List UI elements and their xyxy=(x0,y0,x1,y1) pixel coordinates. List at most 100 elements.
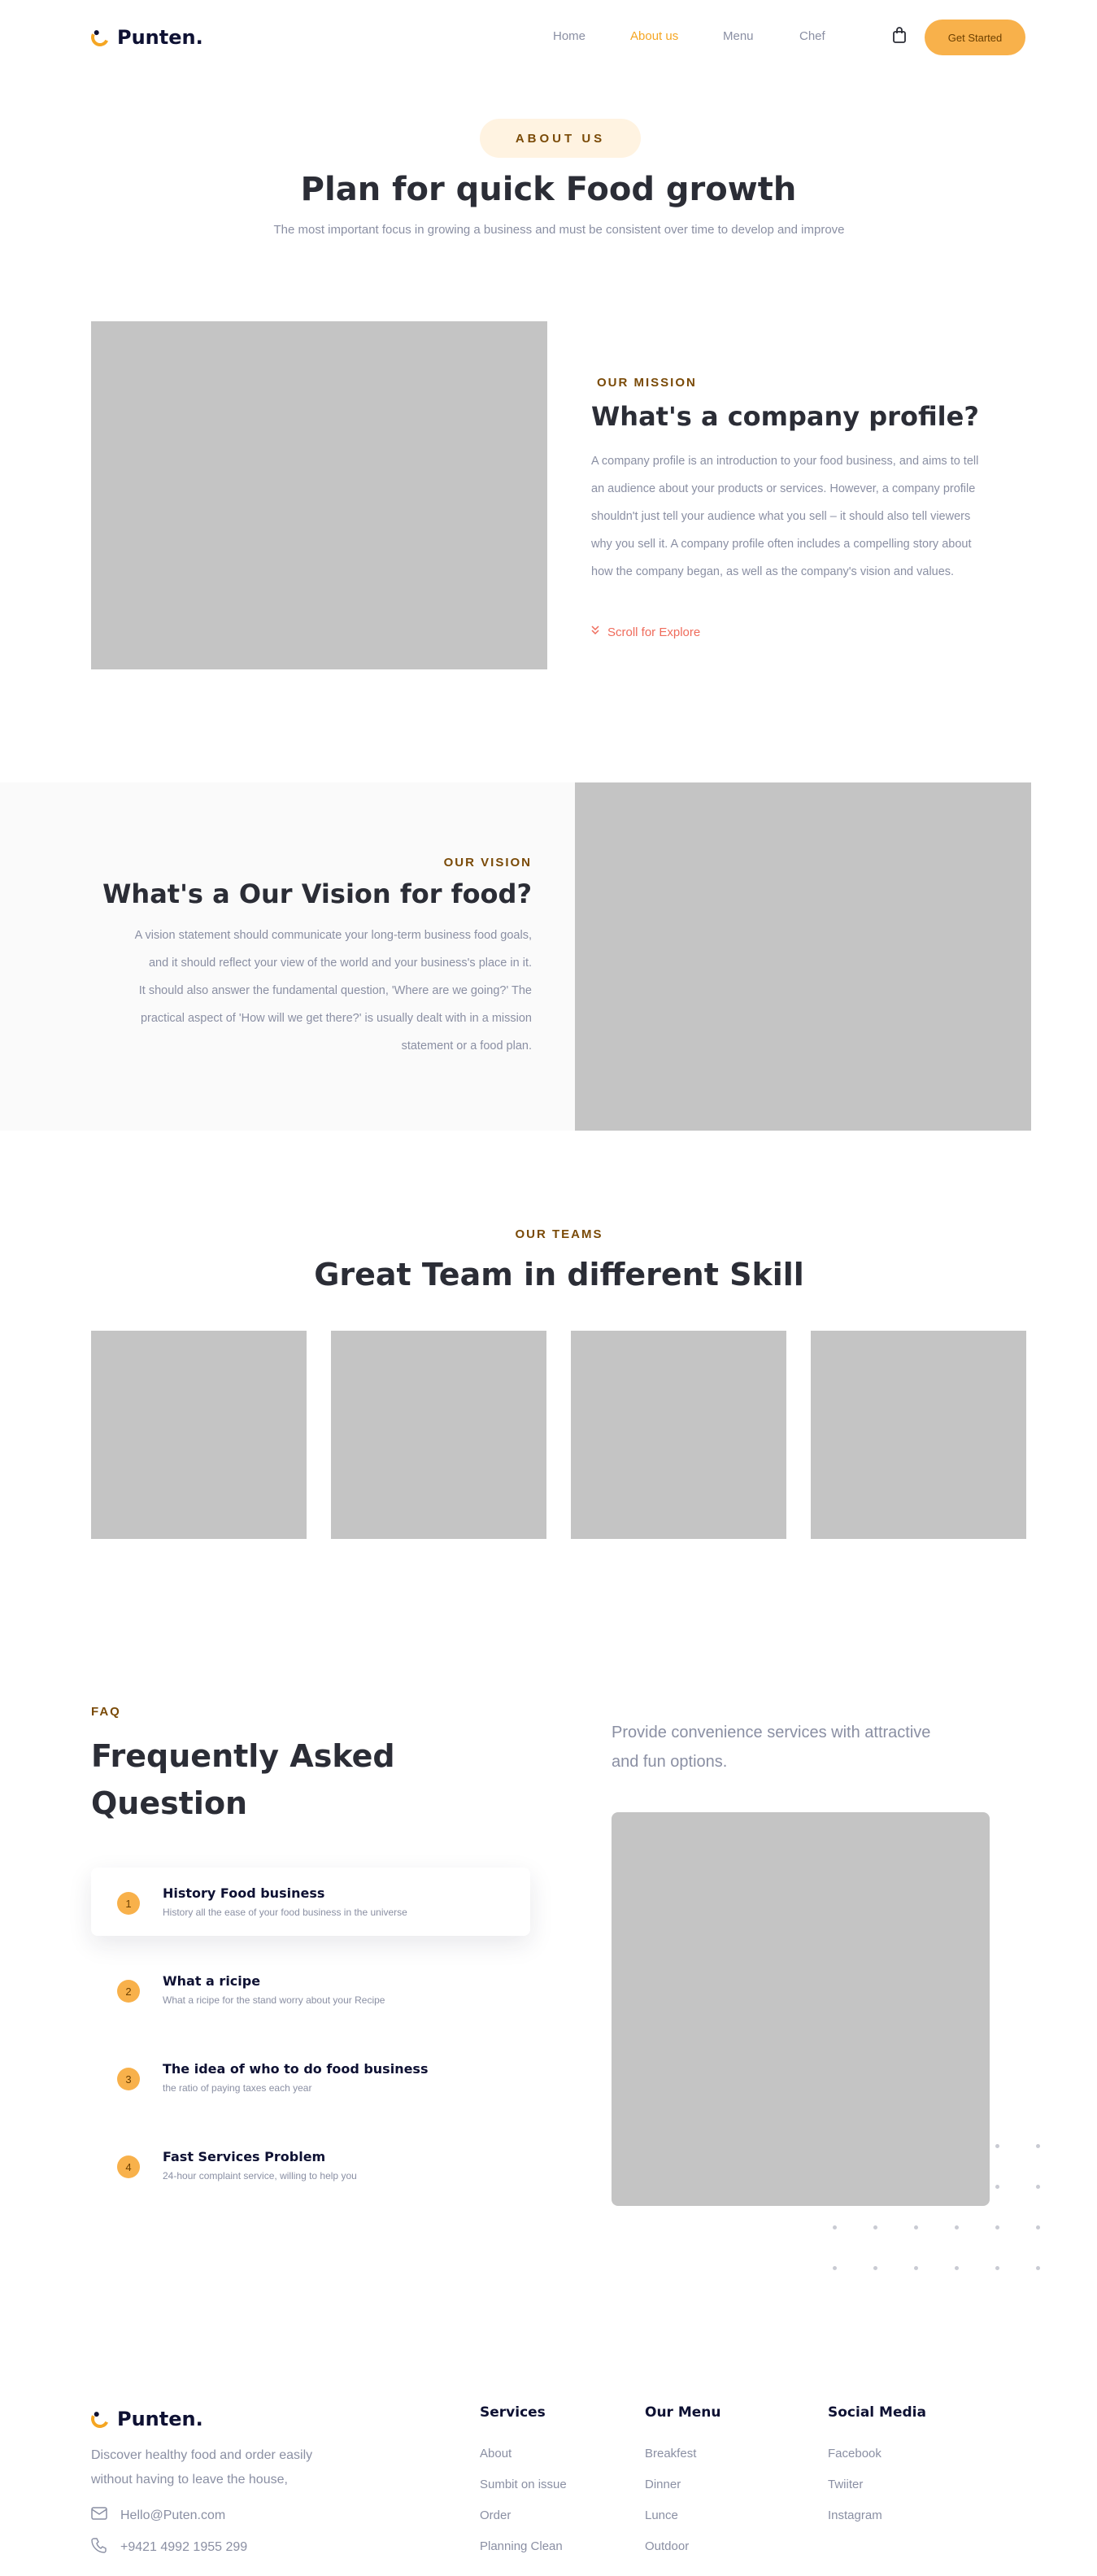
faq-title-line: Frequently Asked xyxy=(91,1738,395,1774)
footer-link[interactable]: Planning Clean xyxy=(480,2539,563,2553)
mission-eyebrow: OUR MISSION xyxy=(597,376,697,390)
faq-item-desc: History all the ease of your food busine… xyxy=(163,1907,407,1918)
faq-item[interactable]: 4 Fast Services Problem 24-hour complain… xyxy=(91,2131,530,2199)
team-member-card[interactable] xyxy=(331,1331,546,1539)
mission-text-line: why you sell it. A company profile often… xyxy=(591,538,972,551)
shopping-bag-icon[interactable] xyxy=(892,26,907,48)
mission-text-line: an audience about your products or servi… xyxy=(591,482,976,495)
brand-logo[interactable]: Punten. xyxy=(88,25,203,50)
faq-item[interactable]: 2 What a ricipe What a ricipe for the st… xyxy=(91,1955,530,2024)
vision-text-line: and it should reflect your view of the w… xyxy=(148,957,532,970)
footer-link[interactable]: Facebook xyxy=(828,2447,882,2460)
mail-icon xyxy=(91,2507,107,2524)
decoration-dot xyxy=(833,2225,837,2229)
decoration-dot xyxy=(914,2266,918,2270)
nav-item-chef[interactable]: Chef xyxy=(799,29,825,43)
footer-tagline-line: without having to leave the house, xyxy=(91,2473,288,2487)
team-member-card[interactable] xyxy=(571,1331,786,1539)
footer-link[interactable]: Breakfest xyxy=(645,2447,696,2460)
about-us-pill: ABOUT US xyxy=(480,119,641,158)
footer-link[interactable]: Order xyxy=(480,2508,511,2522)
mission-title: What's a company profile? xyxy=(591,401,979,432)
decoration-dot xyxy=(1036,2266,1040,2270)
footer-link[interactable]: Instagram xyxy=(828,2508,882,2522)
phone-icon xyxy=(91,2537,107,2557)
faq-item-number: 1 xyxy=(117,1892,140,1915)
page-subtitle: The most important focus in growing a bu… xyxy=(273,223,845,237)
nav-item-menu[interactable]: Menu xyxy=(723,29,754,43)
faq-item-title: What a ricipe xyxy=(163,1973,261,1989)
logo-icon xyxy=(88,2407,112,2431)
vision-image xyxy=(575,782,1031,1131)
footer-phone[interactable]: +9421 4992 1955 299 xyxy=(91,2537,247,2557)
mission-text-line: A company profile is an introduction to … xyxy=(591,455,979,468)
team-member-card[interactable] xyxy=(91,1331,307,1539)
decoration-dot xyxy=(955,2266,959,2270)
brand-name: Punten. xyxy=(117,26,203,49)
footer-column-title: Our Menu xyxy=(645,2404,721,2421)
faq-item[interactable]: 3 The idea of who to do food business th… xyxy=(91,2043,530,2112)
vision-text-line: A vision statement should communicate yo… xyxy=(134,929,532,942)
decoration-dot xyxy=(995,2225,999,2229)
faq-image xyxy=(612,1812,990,2206)
footer-link[interactable]: Dinner xyxy=(645,2478,681,2491)
footer-link[interactable]: Lunce xyxy=(645,2508,678,2522)
decoration-dot xyxy=(955,2225,959,2229)
faq-item-desc: 24-hour complaint service, willing to he… xyxy=(163,2170,357,2182)
footer-link[interactable]: Twiiter xyxy=(828,2478,863,2491)
decoration-dot xyxy=(873,2225,877,2229)
teams-eyebrow: OUR TEAMS xyxy=(515,1227,603,1241)
vision-title: What's a Our Vision for food? xyxy=(102,878,532,909)
footer-link[interactable]: Sumbit on issue xyxy=(480,2478,567,2491)
footer-brand-logo[interactable]: Punten. xyxy=(88,2407,203,2431)
decoration-dot xyxy=(873,2266,877,2270)
faq-item-desc: the ratio of paying taxes each year xyxy=(163,2082,312,2094)
faq-eyebrow: FAQ xyxy=(91,1705,121,1719)
vision-eyebrow: OUR VISION xyxy=(443,856,532,870)
faq-title: Frequently Asked Question xyxy=(91,1733,395,1827)
faq-title-line: Question xyxy=(91,1785,248,1821)
nav-item-home[interactable]: Home xyxy=(553,29,586,43)
scroll-explore-label: Scroll for Explore xyxy=(607,625,701,639)
vision-text-line: statement or a food plan. xyxy=(401,1040,532,1053)
scroll-explore-link[interactable]: Scroll for Explore xyxy=(591,625,700,639)
decoration-dot xyxy=(914,2225,918,2229)
footer-tagline-line: Discover healthy food and order easily xyxy=(91,2448,313,2462)
faq-item-desc: What a ricipe for the stand worry about … xyxy=(163,1994,385,2006)
footer-column-title: Services xyxy=(480,2404,546,2421)
decoration-dot xyxy=(1036,2144,1040,2148)
faq-item[interactable]: 1 History Food business History all the … xyxy=(91,1868,530,1936)
vision-text-line: It should also answer the fundamental qu… xyxy=(138,984,532,997)
faq-item-number: 2 xyxy=(117,1980,140,2003)
double-chevron-down-icon xyxy=(591,625,599,639)
team-member-card[interactable] xyxy=(811,1331,1026,1539)
faq-item-number: 4 xyxy=(117,2155,140,2178)
faq-item-title: The idea of who to do food business xyxy=(163,2061,429,2077)
mission-image xyxy=(91,321,547,669)
decoration-dot xyxy=(1036,2225,1040,2229)
faq-item-title: History Food business xyxy=(163,1885,325,1901)
mission-text: A company profile is an introduction to … xyxy=(591,447,978,586)
vision-text: A vision statement should communicate yo… xyxy=(0,922,532,1060)
page-title: Plan for quick Food growth xyxy=(300,171,797,208)
footer-link[interactable]: Outdoor xyxy=(645,2539,689,2553)
footer-email[interactable]: Hello@Puten.com xyxy=(91,2507,225,2524)
footer-link[interactable]: About xyxy=(480,2447,511,2460)
faq-item-number: 3 xyxy=(117,2068,140,2090)
vision-text-line: practical aspect of 'How will we get the… xyxy=(140,1012,532,1025)
decoration-dot xyxy=(1036,2185,1040,2189)
decoration-dot xyxy=(995,2185,999,2189)
teams-title: Great Team in different Skill xyxy=(314,1257,804,1292)
faq-side-text: Provide convenience services with attrac… xyxy=(612,1718,930,1776)
decoration-dot xyxy=(995,2266,999,2270)
decoration-dot xyxy=(995,2144,999,2148)
mission-text-line: how the company began, as well as the co… xyxy=(591,565,955,578)
get-started-button[interactable]: Get Started xyxy=(925,20,1025,55)
faq-item-title: Fast Services Problem xyxy=(163,2149,326,2164)
footer-tagline: Discover healthy food and order easily w… xyxy=(91,2443,312,2492)
mission-text-line: shouldn't just tell your audience what y… xyxy=(591,510,971,523)
faq-side-text-line: and fun options. xyxy=(612,1753,728,1771)
footer-phone-text: +9421 4992 1955 299 xyxy=(120,2539,248,2554)
footer-email-text: Hello@Puten.com xyxy=(120,2508,226,2522)
nav-item-about-us[interactable]: About us xyxy=(630,29,678,43)
